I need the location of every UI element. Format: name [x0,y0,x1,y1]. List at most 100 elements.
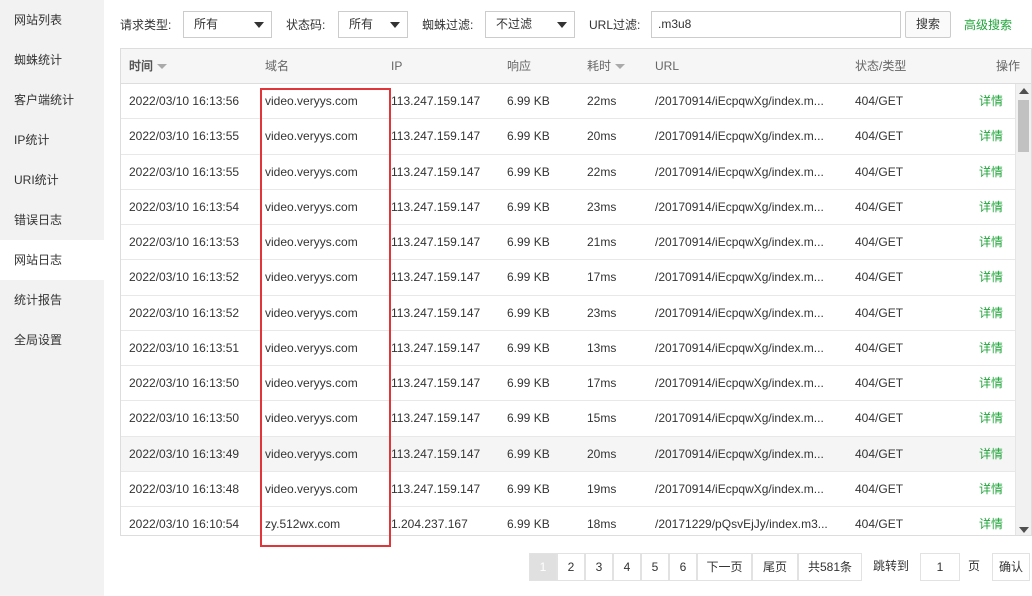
main-panel: 请求类型: 所有 状态码: 所有 蜘蛛过滤: 不过滤 URL过滤: .m3u8 … [104,0,1032,596]
cell-time: 2022/03/10 16:13:55 [129,129,240,144]
next-page-button[interactable]: 下一页 [697,553,752,581]
cell-url: /20170914/iEcpqwXg/index.m... [655,129,824,144]
cell-time: 2022/03/10 16:10:54 [129,517,240,532]
cell-response: 6.99 KB [507,270,550,285]
detail-link[interactable]: 详情 [979,472,1003,507]
cell-status: 404/GET [855,199,904,214]
cell-ip: 113.247.159.147 [391,411,481,426]
cell-time: 2022/03/10 16:13:54 [129,199,240,214]
cell-time: 2022/03/10 16:13:50 [129,376,240,391]
sort-down-icon [157,64,168,70]
sidebar-item[interactable]: 蜘蛛统计 [0,40,104,80]
header-time[interactable]: 时间 [129,49,168,84]
detail-link[interactable]: 详情 [979,507,1003,535]
cell-response: 6.99 KB [507,199,550,214]
scroll-up-arrow-icon[interactable] [1019,88,1029,94]
cell-domain: zy.512wx.com [265,517,341,532]
detail-link[interactable]: 详情 [979,401,1003,436]
cell-url: /20170914/iEcpqwXg/index.m... [655,411,824,426]
cell-status: 404/GET [855,446,904,461]
cell-domain: video.veryys.com [265,270,358,285]
header-response: 响应 [507,59,532,73]
cell-ip: 113.247.159.147 [391,199,481,214]
sidebar-item[interactable]: IP统计 [0,120,104,160]
detail-link[interactable]: 详情 [979,225,1003,260]
url-filter-value: .m3u8 [658,17,692,31]
scroll-thumb[interactable] [1018,100,1029,152]
cell-time: 2022/03/10 16:13:48 [129,481,240,496]
scroll-down-arrow-icon[interactable] [1019,527,1029,533]
goto-page-input[interactable]: 1 [920,553,960,581]
detail-link[interactable]: 详情 [979,84,1003,119]
advanced-search-link[interactable]: 高级搜索 [964,16,1012,33]
sidebar-item[interactable]: 网站列表 [0,0,104,40]
url-filter-input[interactable]: .m3u8 [651,11,901,38]
cell-domain: video.veryys.com [265,340,358,355]
detail-link[interactable]: 详情 [979,260,1003,295]
table-row: 2022/03/10 16:13:52 video.veryys.com 113.2… [121,296,1016,331]
detail-link[interactable]: 详情 [979,437,1003,472]
detail-link[interactable]: 详情 [979,296,1003,331]
search-button[interactable]: 搜索 [905,11,951,38]
header-domain: 域名 [265,59,290,73]
table-row: 2022/03/10 16:13:51 video.veryys.com 113.2… [121,331,1016,367]
page-button-2[interactable]: 2 [557,553,585,581]
cell-url: /20170914/iEcpqwXg/index.m... [655,376,824,391]
table-row: 2022/03/10 16:13:52 video.veryys.com 113.2… [121,260,1016,296]
cell-elapsed: 22ms [587,94,617,108]
detail-link[interactable]: 详情 [979,119,1003,154]
page-button-5[interactable]: 5 [641,553,669,581]
sidebar-item[interactable]: URI统计 [0,160,104,200]
page-button-4[interactable]: 4 [613,553,641,581]
table-row: 2022/03/10 16:10:54 zy.512wx.com 1.204.237… [121,507,1016,535]
sidebar-item[interactable]: 客户端统计 [0,80,104,120]
cell-ip: 113.247.159.147 [391,94,481,108]
cell-elapsed: 20ms [587,446,617,461]
header-elapsed[interactable]: 耗时 [587,49,626,84]
page-button-3[interactable]: 3 [585,553,613,581]
cell-time: 2022/03/10 16:13:52 [129,270,240,285]
cell-domain: video.veryys.com [265,94,358,108]
header-time-label: 时间 [129,59,154,73]
cell-url: /20171229/pQsvEjJy/index.m3... [655,517,828,532]
page-button-6[interactable]: 6 [669,553,697,581]
cell-url: /20170914/iEcpqwXg/index.m... [655,164,824,179]
page-button-1[interactable]: 1 [529,553,557,581]
status-code-value: 所有 [349,17,374,31]
cell-response: 6.99 KB [507,94,550,108]
cell-status: 404/GET [855,270,904,285]
filter-bar: 请求类型: 所有 状态码: 所有 蜘蛛过滤: 不过滤 URL过滤: .m3u8 … [104,8,1032,40]
spider-filter-select[interactable]: 不过滤 [485,11,575,38]
detail-link[interactable]: 详情 [979,155,1003,190]
header-action: 操作 [996,59,1021,73]
table-scrollbar[interactable] [1015,84,1031,535]
cell-ip: 113.247.159.147 [391,164,481,179]
table-row: 2022/03/10 16:13:55 video.veryys.com 113.2… [121,155,1016,190]
sidebar-item[interactable]: 全局设置 [0,320,104,360]
table-row: 2022/03/10 16:13:54 video.veryys.com 113.2… [121,190,1016,226]
url-filter-label: URL过滤: [589,18,641,32]
cell-elapsed: 23ms [587,305,617,320]
sidebar-item[interactable]: 统计报告 [0,280,104,320]
cell-status: 404/GET [855,376,904,391]
cell-status: 404/GET [855,129,904,144]
cell-url: /20170914/iEcpqwXg/index.m... [655,446,824,461]
detail-link[interactable]: 详情 [979,331,1003,366]
detail-link[interactable]: 详情 [979,366,1003,401]
header-url: URL [655,59,680,73]
request-type-select[interactable]: 所有 [183,11,272,38]
last-page-button[interactable]: 尾页 [752,553,798,581]
cell-domain: video.veryys.com [265,305,358,320]
cell-ip: 113.247.159.147 [391,129,481,144]
cell-elapsed: 23ms [587,199,617,214]
cell-elapsed: 20ms [587,129,617,144]
detail-link[interactable]: 详情 [979,190,1003,225]
confirm-button[interactable]: 确认 [992,553,1030,581]
table-row: 2022/03/10 16:13:50 video.veryys.com 113.2… [121,366,1016,402]
cell-elapsed: 13ms [587,340,617,355]
cell-url: /20170914/iEcpqwXg/index.m... [655,199,824,214]
sidebar-item[interactable]: 网站日志 [0,240,104,280]
cell-response: 6.99 KB [507,481,550,496]
status-code-select[interactable]: 所有 [338,11,408,38]
sidebar-item[interactable]: 错误日志 [0,200,104,240]
